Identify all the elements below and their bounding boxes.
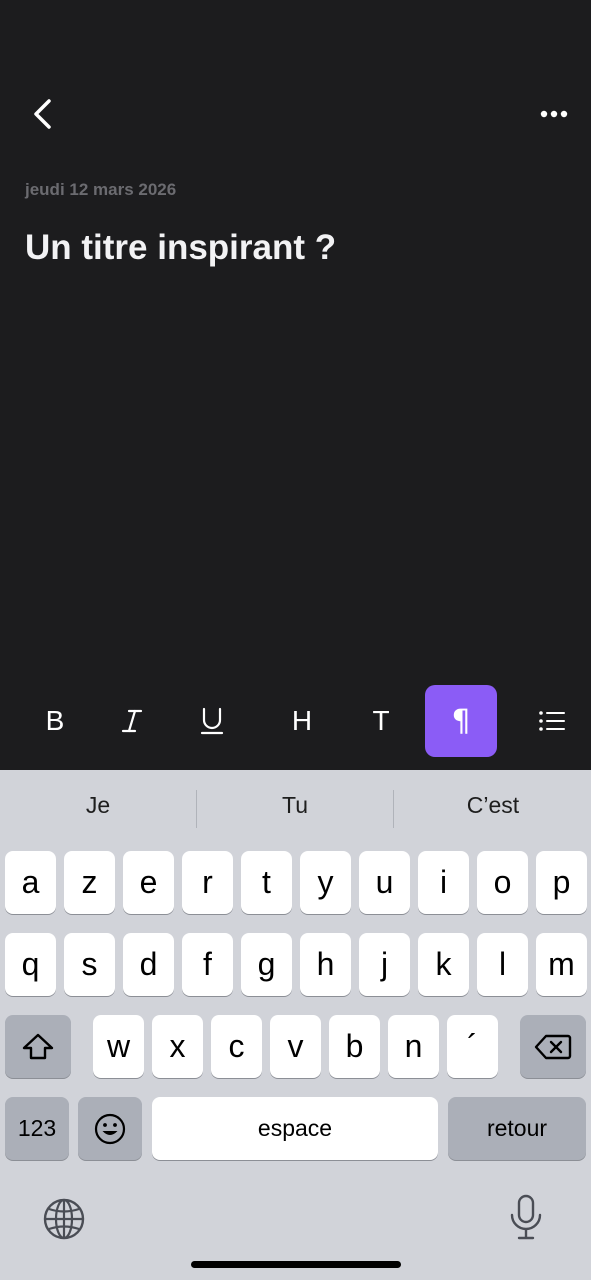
shift-icon — [22, 1033, 54, 1059]
italic-button[interactable] — [96, 685, 168, 757]
key-l[interactable]: l — [477, 933, 528, 996]
back-button[interactable] — [24, 92, 64, 136]
emoji-icon — [94, 1113, 126, 1144]
shift-key[interactable] — [5, 1015, 71, 1078]
key-x[interactable]: x — [152, 1015, 203, 1078]
key-k[interactable]: k — [418, 933, 469, 996]
chevron-left-icon — [34, 99, 51, 129]
backspace-icon — [534, 1034, 572, 1059]
heading-button[interactable]: H — [266, 685, 338, 757]
key-w[interactable]: w — [93, 1015, 144, 1078]
key-g[interactable]: g — [241, 933, 292, 996]
suggestion-2[interactable]: Tu — [200, 792, 390, 819]
bold-icon: B — [45, 705, 65, 736]
suggestion-divider — [393, 790, 394, 828]
suggestion-divider — [196, 790, 197, 828]
keyboard: Je Tu C’est a z e r t y u i o p q s d f … — [0, 770, 591, 1280]
key-b[interactable]: b — [329, 1015, 380, 1078]
key-a[interactable]: a — [5, 851, 56, 914]
note-date: jeudi 12 mars 2026 — [25, 180, 177, 199]
key-v[interactable]: v — [270, 1015, 321, 1078]
italic-icon — [121, 709, 143, 733]
key-h[interactable]: h — [300, 933, 351, 996]
numbers-key[interactable]: 123 — [5, 1097, 69, 1160]
globe-icon — [43, 1198, 85, 1240]
underline-icon — [200, 707, 224, 735]
paragraph-icon: ¶ — [451, 703, 471, 739]
dictation-button[interactable] — [508, 1193, 544, 1243]
underline-button[interactable] — [176, 685, 248, 757]
key-u[interactable]: u — [359, 851, 410, 914]
format-toolbar: B H T ¶ — [0, 682, 591, 762]
more-button[interactable] — [532, 98, 578, 130]
emoji-key[interactable] — [78, 1097, 142, 1160]
note-title-field[interactable]: Un titre inspirant ? — [25, 228, 336, 268]
key-i[interactable]: i — [418, 851, 469, 914]
key-s[interactable]: s — [64, 933, 115, 996]
key-e[interactable]: e — [123, 851, 174, 914]
key-p[interactable]: p — [536, 851, 587, 914]
key-y[interactable]: y — [300, 851, 351, 914]
microphone-icon — [510, 1194, 542, 1240]
text-icon: T — [372, 705, 390, 736]
key-t[interactable]: t — [241, 851, 292, 914]
text-style-button[interactable]: T — [345, 685, 417, 757]
paragraph-button[interactable]: ¶ — [425, 685, 497, 757]
key-o[interactable]: o — [477, 851, 528, 914]
key-acute-accent[interactable]: ´ — [447, 1015, 498, 1078]
bullet-list-icon — [539, 711, 565, 731]
globe-button[interactable] — [42, 1197, 86, 1241]
space-key[interactable]: espace — [152, 1097, 438, 1160]
key-n[interactable]: n — [388, 1015, 439, 1078]
key-d[interactable]: d — [123, 933, 174, 996]
suggestion-1[interactable]: Je — [3, 792, 193, 819]
suggestion-3[interactable]: C’est — [398, 792, 588, 819]
home-indicator — [191, 1261, 401, 1268]
ellipsis-icon — [540, 110, 568, 118]
key-c[interactable]: c — [211, 1015, 262, 1078]
key-z[interactable]: z — [64, 851, 115, 914]
bold-button[interactable]: B — [19, 685, 91, 757]
key-f[interactable]: f — [182, 933, 233, 996]
key-j[interactable]: j — [359, 933, 410, 996]
key-m[interactable]: m — [536, 933, 587, 996]
key-r[interactable]: r — [182, 851, 233, 914]
key-q[interactable]: q — [5, 933, 56, 996]
list-button[interactable] — [516, 685, 588, 757]
heading-icon: H — [291, 705, 313, 736]
backspace-key[interactable] — [520, 1015, 586, 1078]
return-key[interactable]: retour — [448, 1097, 586, 1160]
